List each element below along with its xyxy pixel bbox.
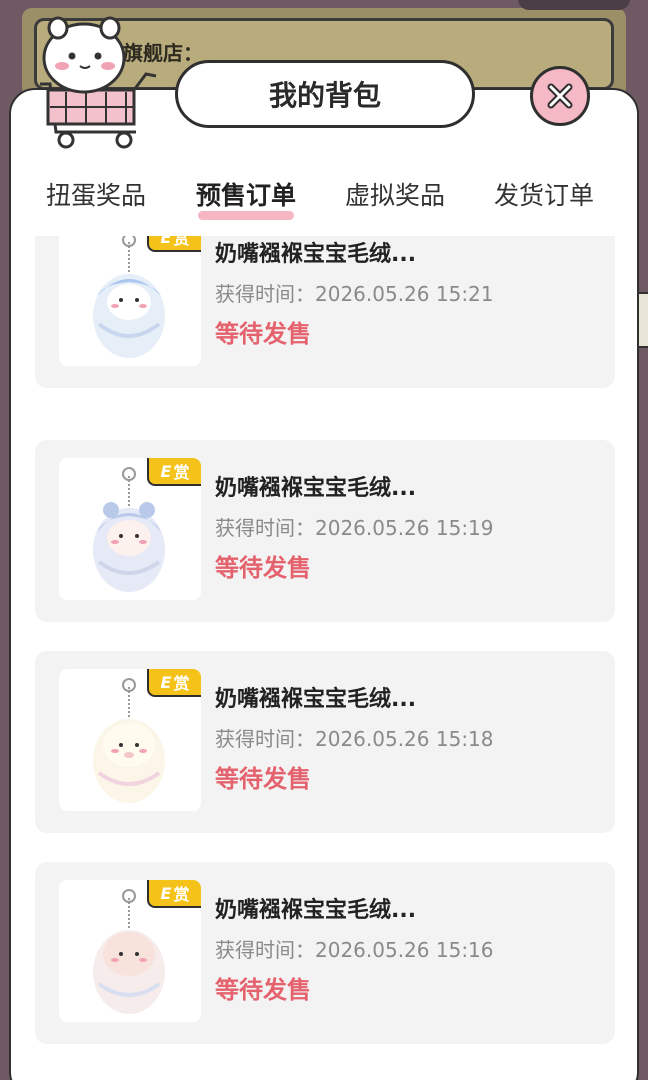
prize-grade-badge: E赏 [147, 236, 201, 252]
badge-text: 赏 [173, 463, 190, 482]
badge-letter: E [160, 883, 172, 903]
tab-presale-orders[interactable]: 预售订单 [196, 176, 297, 220]
tab-label: 扭蛋奖品 [46, 181, 147, 210]
order-card[interactable]: E赏 奶嘴襁褓宝宝毛绒... 获得时间：2026.05.26 15:21 等待发… [35, 236, 615, 388]
prize-grade-badge: E赏 [147, 880, 201, 908]
order-status: 等待发售 [215, 320, 311, 348]
mascot-cart-icon [40, 16, 157, 149]
prize-grade-badge: E赏 [147, 669, 201, 697]
tab-gacha-prizes[interactable]: 扭蛋奖品 [46, 176, 146, 212]
product-image[interactable]: E赏 [59, 880, 201, 1022]
plush-keychain-icon [93, 236, 165, 358]
tab-label: 预售订单 [196, 181, 297, 210]
active-tab-underline [198, 211, 295, 220]
product-image[interactable]: E赏 [59, 236, 201, 366]
obtained-time: 获得时间：2026.05.26 15:21 [215, 282, 494, 306]
tab-label: 发货订单 [494, 181, 595, 210]
badge-letter: E [160, 672, 172, 692]
tab-label: 虚拟奖品 [345, 181, 446, 210]
modal-title: 我的背包 [175, 60, 475, 128]
product-name: 奶嘴襁褓宝宝毛绒... [215, 898, 417, 923]
order-card[interactable]: E赏 奶嘴襁褓宝宝毛绒... 获得时间：2026.05.26 15:16 等待发… [35, 862, 615, 1044]
tab-bar: 扭蛋奖品 预售订单 虚拟奖品 发货订单 [28, 176, 620, 222]
close-button[interactable] [530, 66, 590, 126]
badge-letter: E [160, 461, 172, 481]
order-status: 等待发售 [215, 765, 311, 793]
badge-text: 赏 [173, 674, 190, 693]
product-name: 奶嘴襁褓宝宝毛绒... [215, 476, 417, 501]
order-list[interactable]: E赏 奶嘴襁褓宝宝毛绒... 获得时间：2026.05.26 15:21 等待发… [12, 236, 634, 1066]
background-top-button [518, 0, 630, 10]
obtained-time: 获得时间：2026.05.26 15:19 [215, 516, 494, 540]
tab-virtual-prizes[interactable]: 虚拟奖品 [345, 176, 445, 212]
order-card[interactable]: E赏 奶嘴襁褓宝宝毛绒... 获得时间：2026.05.26 15:18 等待发… [35, 651, 615, 833]
product-name: 奶嘴襁褓宝宝毛绒... [215, 242, 417, 267]
badge-text: 赏 [173, 236, 190, 248]
order-card[interactable]: E赏 奶嘴襁褓宝宝毛绒... 获得时间：2026.05.26 15:19 等待发… [35, 440, 615, 622]
obtained-time: 获得时间：2026.05.26 15:16 [215, 938, 494, 962]
obtained-time: 获得时间：2026.05.26 15:18 [215, 727, 494, 751]
product-image[interactable]: E赏 [59, 669, 201, 811]
tab-shipping-orders[interactable]: 发货订单 [494, 176, 594, 212]
order-status: 等待发售 [215, 554, 311, 582]
order-status: 等待发售 [215, 976, 311, 1004]
close-icon [547, 83, 573, 109]
product-name: 奶嘴襁褓宝宝毛绒... [215, 687, 417, 712]
prize-grade-badge: E赏 [147, 458, 201, 486]
badge-letter: E [160, 236, 172, 247]
product-image[interactable]: E赏 [59, 458, 201, 600]
badge-text: 赏 [173, 885, 190, 904]
